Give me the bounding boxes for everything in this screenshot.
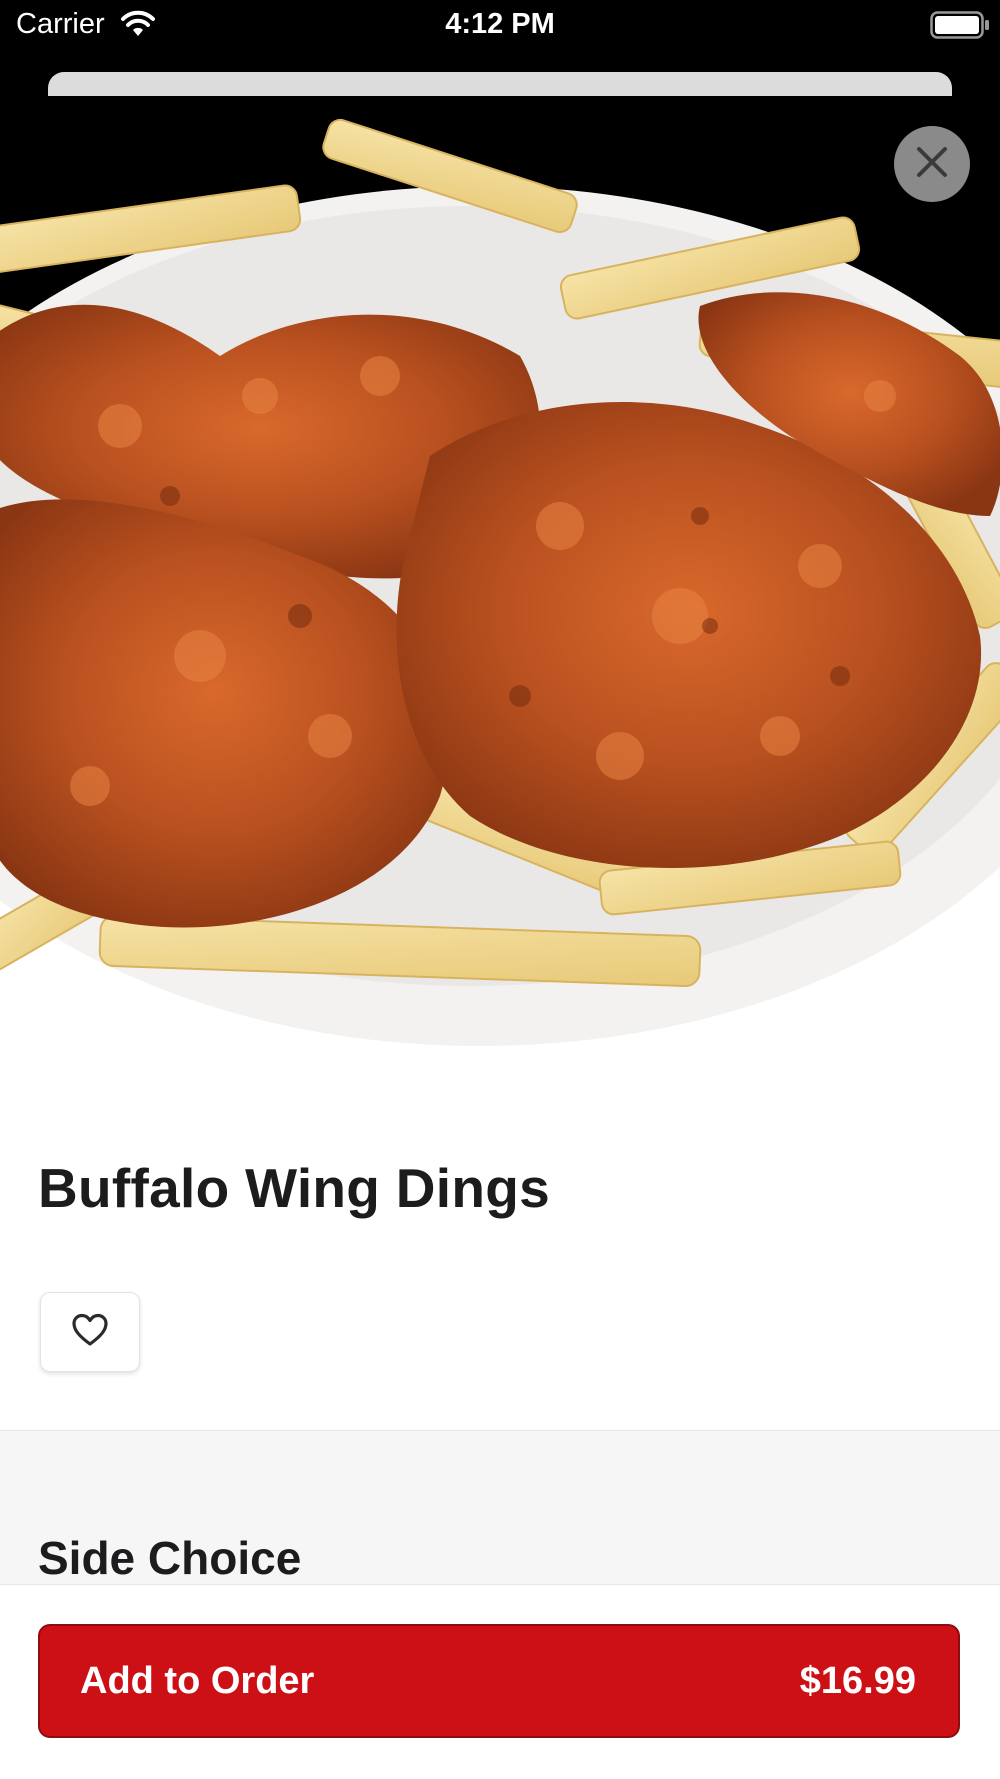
add-to-order-button[interactable]: Add to Order $16.99 <box>38 1624 960 1738</box>
food-photo <box>0 96 1000 1096</box>
close-icon <box>915 145 949 184</box>
bottom-bar: Add to Order $16.99 <box>0 1584 1000 1779</box>
price-label: $16.99 <box>799 1660 916 1702</box>
item-title: Buffalo Wing Dings <box>38 1157 551 1219</box>
battery-icon <box>930 11 990 47</box>
item-detail-sheet: Buffalo Wing Dings Side Choice <box>0 96 1000 1778</box>
section-title-side-choice: Side Choice <box>38 1532 302 1584</box>
status-time: 4:12 PM <box>445 8 555 40</box>
status-bar: Carrier 4:12 PM <box>0 0 1000 52</box>
heart-icon <box>71 1313 109 1352</box>
favorite-button[interactable] <box>40 1292 140 1372</box>
sheet-handle[interactable] <box>48 72 952 96</box>
add-to-order-label: Add to Order <box>80 1660 315 1702</box>
close-button[interactable] <box>894 126 970 202</box>
